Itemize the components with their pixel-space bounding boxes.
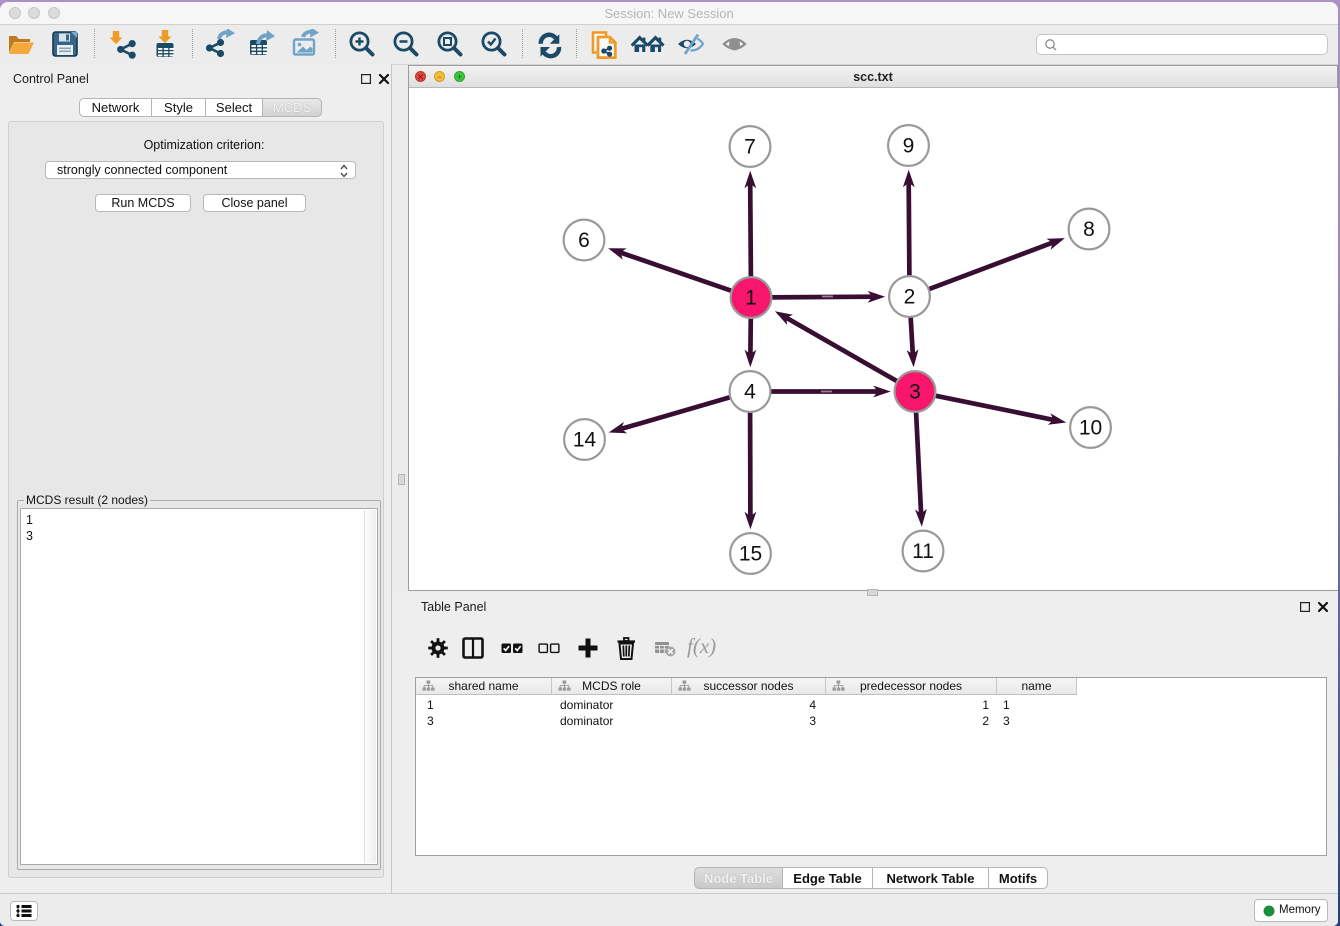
svg-text:3: 3 [909,381,921,404]
svg-text:8: 8 [1083,218,1095,241]
svg-text:6: 6 [578,229,590,252]
svg-text:15: 15 [739,543,762,566]
svg-text:14: 14 [573,429,597,452]
svg-text:1: 1 [745,287,757,310]
svg-text:11: 11 [912,540,934,563]
svg-text:2: 2 [904,286,916,309]
svg-text:9: 9 [903,135,915,158]
svg-text:10: 10 [1079,417,1102,440]
svg-text:4: 4 [744,381,756,404]
svg-text:7: 7 [744,136,756,159]
